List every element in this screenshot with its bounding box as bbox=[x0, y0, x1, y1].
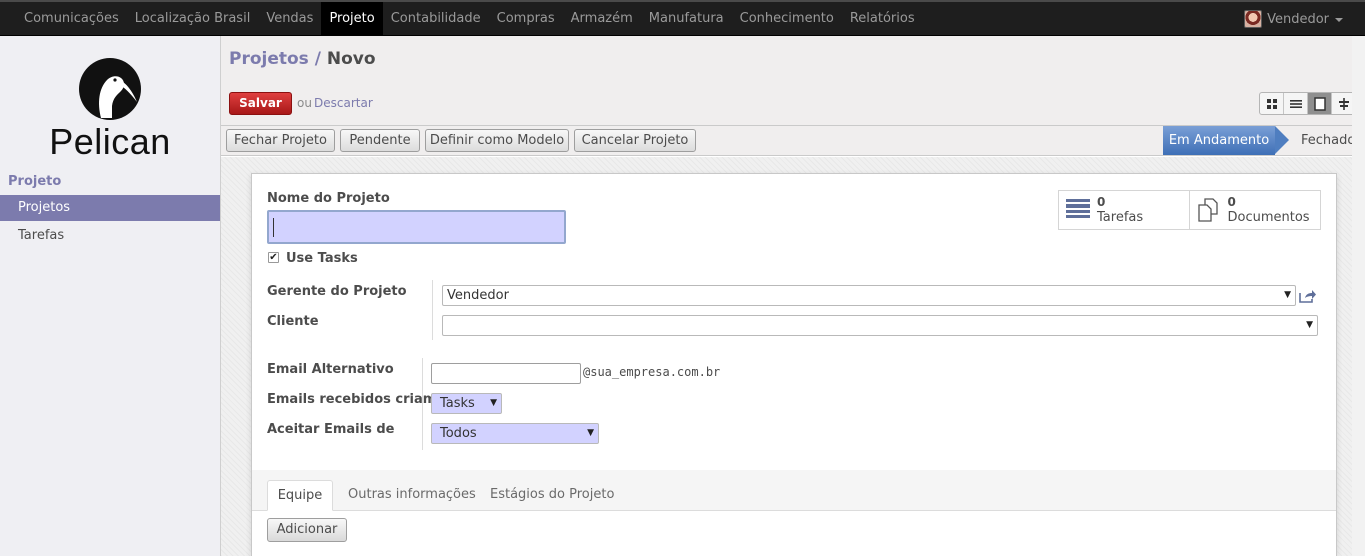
stage-fechado[interactable]: Fechado bbox=[1301, 126, 1355, 155]
stage-em-andamento[interactable]: Em Andamento bbox=[1163, 126, 1275, 155]
close-project-button[interactable]: Fechar Projeto bbox=[226, 129, 335, 152]
customer-label: Cliente bbox=[267, 314, 319, 329]
statusbar: Fechar Projeto Pendente Definir como Mod… bbox=[221, 126, 1365, 156]
menu-item-localizacao-brasil[interactable]: Localização Brasil bbox=[127, 2, 259, 36]
view-switcher bbox=[1259, 92, 1357, 115]
list-view-icon bbox=[1289, 99, 1302, 108]
sidebar-item-tarefas[interactable]: Tarefas bbox=[0, 223, 220, 249]
alias-label: Email Alternativo bbox=[267, 362, 394, 377]
tab-outras-informacoes[interactable]: Outras informações bbox=[348, 480, 476, 511]
documents-icon bbox=[1197, 198, 1218, 222]
vertical-scrollbar[interactable] bbox=[1352, 36, 1365, 556]
stage-arrow-icon bbox=[1275, 126, 1289, 154]
pending-button[interactable]: Pendente bbox=[340, 129, 420, 152]
accept-emails-value: Todos bbox=[440, 426, 477, 441]
form-view-button[interactable] bbox=[1308, 93, 1332, 114]
user-name: Vendedor bbox=[1267, 11, 1329, 27]
breadcrumb-parent-link[interactable]: Projetos bbox=[229, 49, 309, 69]
tab-panel-equipe bbox=[252, 511, 1336, 556]
accept-emails-label: Aceitar Emails de bbox=[267, 422, 395, 437]
discard-link[interactable]: Descartar bbox=[314, 96, 373, 110]
sidebar-item-projetos[interactable]: Projetos bbox=[0, 195, 220, 221]
breadcrumb-current: Novo bbox=[326, 49, 376, 69]
documents-count: 0 bbox=[1227, 195, 1236, 209]
documents-smart-label: Documentos bbox=[1227, 210, 1310, 225]
menu-item-relatorios[interactable]: Relatórios bbox=[842, 2, 923, 36]
alias-domain-suffix: @sua_empresa.com.br bbox=[583, 365, 721, 379]
kanban-view-button[interactable] bbox=[1260, 93, 1284, 114]
customer-select[interactable]: ▼ bbox=[442, 315, 1318, 336]
dropdown-arrow-icon: ▼ bbox=[1306, 320, 1313, 330]
menu-item-armazem[interactable]: Armazém bbox=[563, 2, 641, 36]
alias-model-label: Emails recebidos criam bbox=[267, 392, 437, 407]
dropdown-arrow-icon: ▼ bbox=[1284, 290, 1291, 300]
tasks-icon bbox=[1066, 199, 1090, 218]
manager-select[interactable]: Vendedor ▼ bbox=[442, 285, 1296, 306]
text-cursor bbox=[273, 218, 274, 237]
alias-input[interactable] bbox=[431, 363, 581, 384]
dropdown-arrow-icon: ▼ bbox=[587, 428, 594, 438]
company-logo[interactable]: Pelican bbox=[49, 58, 171, 162]
use-tasks-checkbox[interactable]: ✔ bbox=[268, 252, 279, 263]
menu-item-conhecimento[interactable]: Conhecimento bbox=[732, 2, 842, 36]
dropdown-arrow-icon: ▼ bbox=[490, 398, 497, 408]
tasks-smart-button[interactable]: 0 Tarefas bbox=[1059, 191, 1190, 229]
smart-buttons: 0 Tarefas 0 Documentos bbox=[1058, 190, 1321, 230]
use-tasks-label: Use Tasks bbox=[286, 251, 358, 266]
menu-item-manufatura[interactable]: Manufatura bbox=[641, 2, 732, 36]
menu-item-projeto[interactable]: Projeto bbox=[321, 2, 383, 36]
top-menu-bar: Comunicações Localização Brasil Vendas P… bbox=[0, 0, 1365, 36]
tasks-smart-label: Tarefas bbox=[1097, 210, 1144, 225]
form-view-icon bbox=[1313, 96, 1326, 111]
logo-wordmark: Pelican bbox=[49, 121, 171, 162]
menu-item-comunicacoes[interactable]: Comunicações bbox=[16, 2, 127, 36]
list-view-button[interactable] bbox=[1284, 93, 1308, 114]
caret-down-icon bbox=[1335, 18, 1343, 22]
gantt-view-icon bbox=[1339, 97, 1349, 110]
documents-smart-button[interactable]: 0 Documentos bbox=[1190, 191, 1321, 229]
project-name-label: Nome do Projeto bbox=[267, 191, 390, 206]
main-menu: Comunicações Localização Brasil Vendas P… bbox=[16, 2, 923, 36]
menu-item-vendas[interactable]: Vendas bbox=[258, 2, 321, 36]
tab-equipe[interactable]: Equipe bbox=[267, 480, 333, 511]
manager-value: Vendedor bbox=[447, 288, 509, 303]
project-name-input[interactable] bbox=[267, 210, 566, 244]
breadcrumb: Projetos / Novo bbox=[229, 49, 376, 69]
add-member-button[interactable]: Adicionar bbox=[267, 518, 347, 542]
manager-label: Gerente do Projeto bbox=[267, 284, 407, 299]
user-menu[interactable]: Vendedor bbox=[1244, 2, 1343, 36]
cancel-project-button[interactable]: Cancelar Projeto bbox=[574, 129, 696, 152]
menu-item-contabilidade[interactable]: Contabilidade bbox=[383, 2, 489, 36]
set-template-button[interactable]: Definir como Modelo bbox=[425, 129, 569, 152]
field-separator bbox=[432, 280, 433, 340]
or-text: ou bbox=[297, 96, 312, 110]
accept-emails-select[interactable]: Todos ▼ bbox=[431, 423, 599, 444]
tab-estagios-do-projeto[interactable]: Estágios do Projeto bbox=[490, 480, 614, 511]
menu-item-compras[interactable]: Compras bbox=[489, 2, 563, 36]
external-link-icon[interactable] bbox=[1299, 289, 1316, 303]
kanban-view-icon bbox=[1266, 98, 1277, 109]
pelican-logo-icon bbox=[79, 58, 141, 120]
alias-model-value: Tasks bbox=[440, 396, 475, 411]
sidebar-section-title: Projeto bbox=[8, 174, 62, 189]
alias-model-select[interactable]: Tasks ▼ bbox=[431, 393, 502, 414]
breadcrumb-separator: / bbox=[314, 49, 321, 69]
left-sidebar: Pelican Projeto Projetos Tarefas bbox=[0, 36, 221, 556]
control-panel: Projetos / Novo Salvar ou Descartar bbox=[221, 36, 1365, 126]
avatar bbox=[1244, 10, 1263, 28]
save-button[interactable]: Salvar bbox=[229, 92, 292, 115]
tasks-count: 0 bbox=[1097, 195, 1106, 209]
